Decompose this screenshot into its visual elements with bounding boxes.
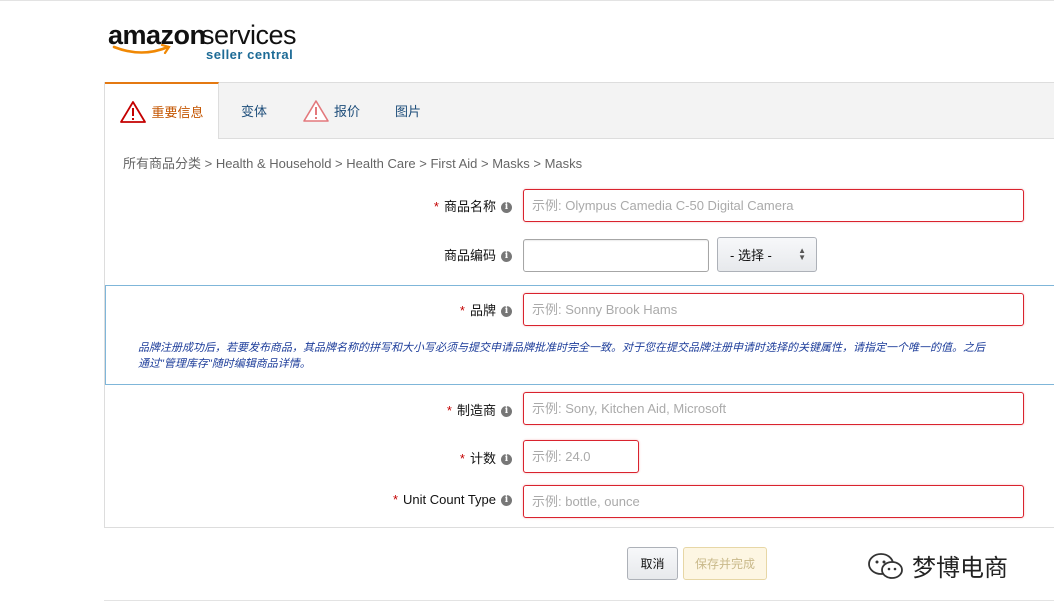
brand-note-line-2: 通过"管理库存"随时编辑商品详情。 xyxy=(138,358,311,370)
brand-input[interactable] xyxy=(523,293,1024,326)
brand-note-line-1: 品牌注册成功后，若要发布商品，其品牌名称的拼写和大小写必须与提交申请品牌批准时完… xyxy=(138,342,985,354)
save-and-finish-button[interactable]: 保存并完成 xyxy=(683,547,767,580)
product-id-input[interactable] xyxy=(523,239,709,272)
product-id-label-text: 商品编码 xyxy=(443,248,496,263)
required-mark: * xyxy=(433,199,439,214)
count-label: * 计数 i xyxy=(380,448,512,467)
bottom-divider xyxy=(104,600,1054,601)
tab-bar: 重要信息 变体 报价 图片 xyxy=(105,82,1054,139)
product-name-label-text: 商品名称 xyxy=(443,199,496,214)
required-mark: * xyxy=(392,492,399,507)
unit-count-type-input[interactable] xyxy=(523,485,1024,518)
cancel-button[interactable]: 取消 xyxy=(627,547,678,580)
product-id-label: 商品编码 i xyxy=(380,245,512,264)
tab-offer-label: 报价 xyxy=(334,104,361,119)
info-icon[interactable]: i xyxy=(501,406,512,418)
select-arrows-icon: ▲ ▼ xyxy=(798,246,806,262)
count-input[interactable] xyxy=(523,440,639,473)
wechat-watermark: 梦博电商 xyxy=(866,548,1008,583)
product-id-type-select-label: - 选择 - xyxy=(730,248,772,263)
info-icon[interactable]: i xyxy=(501,454,512,466)
manufacturer-label: * 制造商 i xyxy=(380,400,512,419)
logo-seller-central-text: seller central xyxy=(206,47,294,62)
info-icon[interactable]: i xyxy=(501,495,512,507)
tab-vital-info-label: 重要信息 xyxy=(151,105,204,120)
info-icon[interactable]: i xyxy=(501,306,512,318)
warning-icon xyxy=(120,100,147,123)
tab-offer[interactable]: 报价 xyxy=(302,83,360,138)
watermark-text: 梦博电商 xyxy=(912,554,1008,582)
product-id-type-select[interactable]: - 选择 - ▲ ▼ xyxy=(717,237,817,272)
tab-images[interactable]: 图片 xyxy=(395,83,421,138)
count-label-text: 计数 xyxy=(469,451,496,466)
product-name-input[interactable] xyxy=(523,189,1024,222)
unit-count-type-label-text: Unit Count Type xyxy=(403,492,496,507)
required-mark: * xyxy=(459,451,465,466)
tab-vital-info[interactable]: 重要信息 xyxy=(105,82,219,139)
unit-count-type-label: * Unit Count Type i xyxy=(340,492,512,507)
product-name-label: * 商品名称 i xyxy=(380,196,512,215)
tab-variations[interactable]: 变体 xyxy=(241,83,267,138)
brand-label: * 品牌 i xyxy=(380,300,512,319)
manufacturer-label-text: 制造商 xyxy=(456,403,496,418)
info-icon[interactable]: i xyxy=(501,202,512,214)
breadcrumb: 所有商品分类 > Health & Household > Health Car… xyxy=(123,156,583,171)
brand-registry-note: 品牌注册成功后，若要发布商品，其品牌名称的拼写和大小写必须与提交申请品牌批准时完… xyxy=(138,340,985,372)
required-mark: * xyxy=(446,403,452,418)
required-mark: * xyxy=(459,303,465,318)
wechat-icon xyxy=(868,552,903,579)
tab-variations-label: 变体 xyxy=(241,104,268,119)
amazon-seller-central-logo[interactable]: amazon services seller central xyxy=(108,20,308,64)
manufacturer-input[interactable] xyxy=(523,392,1024,425)
warning-icon xyxy=(303,99,329,122)
info-icon[interactable]: i xyxy=(501,251,512,263)
smile-arrow-icon xyxy=(112,44,171,55)
top-divider xyxy=(0,0,1054,4)
brand-label-text: 品牌 xyxy=(469,303,496,318)
tab-images-label: 图片 xyxy=(395,104,422,119)
